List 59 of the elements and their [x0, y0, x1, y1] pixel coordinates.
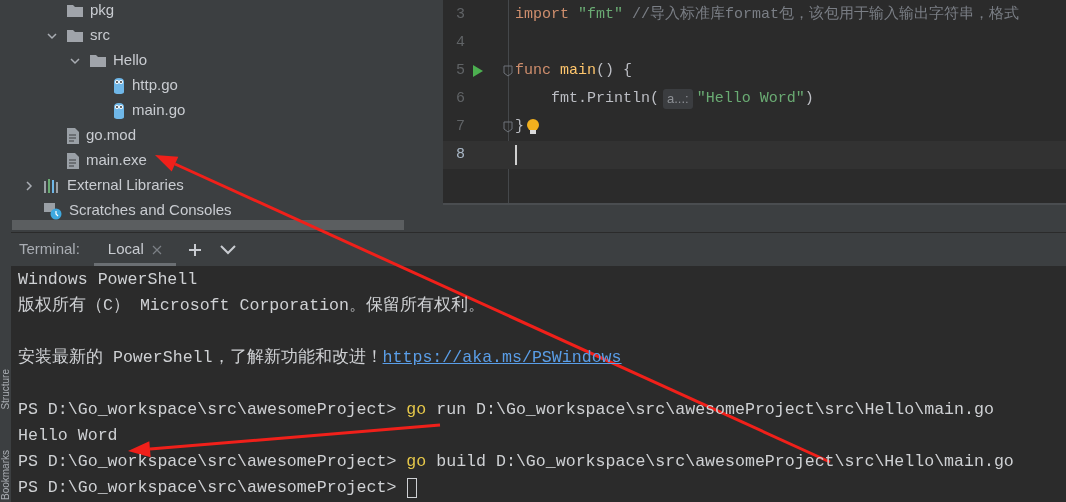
code-text: fmt.Println(: [550, 88, 660, 109]
parameter-hint: a...:: [663, 89, 693, 109]
tree-item[interactable]: Hello: [113, 49, 148, 72]
tree-item[interactable]: main.go: [132, 99, 186, 122]
folder-icon: [89, 53, 107, 68]
panel-title: Terminal:: [19, 239, 80, 260]
plus-icon[interactable]: [187, 242, 202, 257]
tree-item[interactable]: Scratches and Consoles: [69, 199, 232, 222]
line-number: 6: [455, 88, 465, 109]
string-literal: "Hello Word": [696, 88, 805, 109]
lightbulb-icon[interactable]: [526, 118, 540, 136]
code-keyword: func: [515, 60, 552, 81]
line-number: 7: [455, 116, 465, 137]
tree-item[interactable]: pkg: [90, 0, 115, 22]
tree-item[interactable]: main.exe: [86, 149, 147, 172]
fold-marker-icon[interactable]: [503, 65, 513, 77]
close-icon[interactable]: [151, 244, 162, 255]
tool-window-tab[interactable]: Bookmarks: [0, 450, 11, 500]
folder-icon: [66, 3, 84, 18]
string-literal: "fmt": [578, 4, 624, 25]
terminal-text: PS D:\Go_workspace\src\awesomeProject>: [18, 398, 398, 421]
line-number: 4: [455, 32, 465, 53]
code-keyword: import: [515, 4, 570, 25]
tree-item[interactable]: http.go: [132, 74, 178, 97]
run-icon[interactable]: [472, 64, 484, 78]
line-number: 8: [455, 144, 465, 165]
code-text: () {: [596, 60, 633, 81]
text-cursor: [515, 145, 517, 165]
line-number: 3: [455, 4, 465, 25]
terminal-text: build D:\Go_workspace\src\awesomeProject\src\Hello\main.go: [435, 450, 1014, 473]
code-text: ): [804, 88, 814, 109]
text-file-icon: [66, 151, 80, 170]
code-text: main: [560, 60, 597, 81]
chevron-down-icon[interactable]: [219, 244, 236, 255]
terminal-text: Windows PowerShell: [18, 268, 198, 291]
line-number: 5: [455, 60, 465, 81]
text-cursor: [407, 478, 418, 498]
terminal-text: 版权所有（C） Microsoft Corporation。保留所有权利。: [18, 294, 486, 317]
tree-item[interactable]: src: [90, 24, 110, 47]
code-comment: //导入标准库format包，该包用于输入输出字符串，格式: [631, 4, 1020, 25]
command-name: go: [406, 398, 427, 421]
tool-window-tab[interactable]: Structure: [0, 369, 11, 410]
gopher-icon: [112, 101, 126, 120]
gopher-icon: [112, 76, 126, 95]
tree-item[interactable]: go.mod: [86, 124, 137, 147]
chevron-right-icon[interactable]: [23, 179, 35, 192]
fold-marker-icon[interactable]: [503, 121, 513, 133]
terminal-text: Hello Word: [18, 424, 118, 447]
command-name: go: [406, 450, 427, 473]
console-clock-icon: [43, 201, 63, 220]
folder-icon: [66, 28, 84, 43]
scrollbar[interactable]: [12, 220, 404, 230]
terminal-text: PS D:\Go_workspace\src\awesomeProject>: [18, 476, 398, 499]
terminal-text: 安装最新的 PowerShell，了解新功能和改进！: [18, 346, 383, 369]
library-icon: [43, 177, 61, 194]
text-file-icon: [66, 126, 80, 145]
code-text: }: [515, 116, 524, 137]
terminal-text: PS D:\Go_workspace\src\awesomeProject>: [18, 450, 398, 473]
tree-item[interactable]: External Libraries: [67, 174, 184, 197]
